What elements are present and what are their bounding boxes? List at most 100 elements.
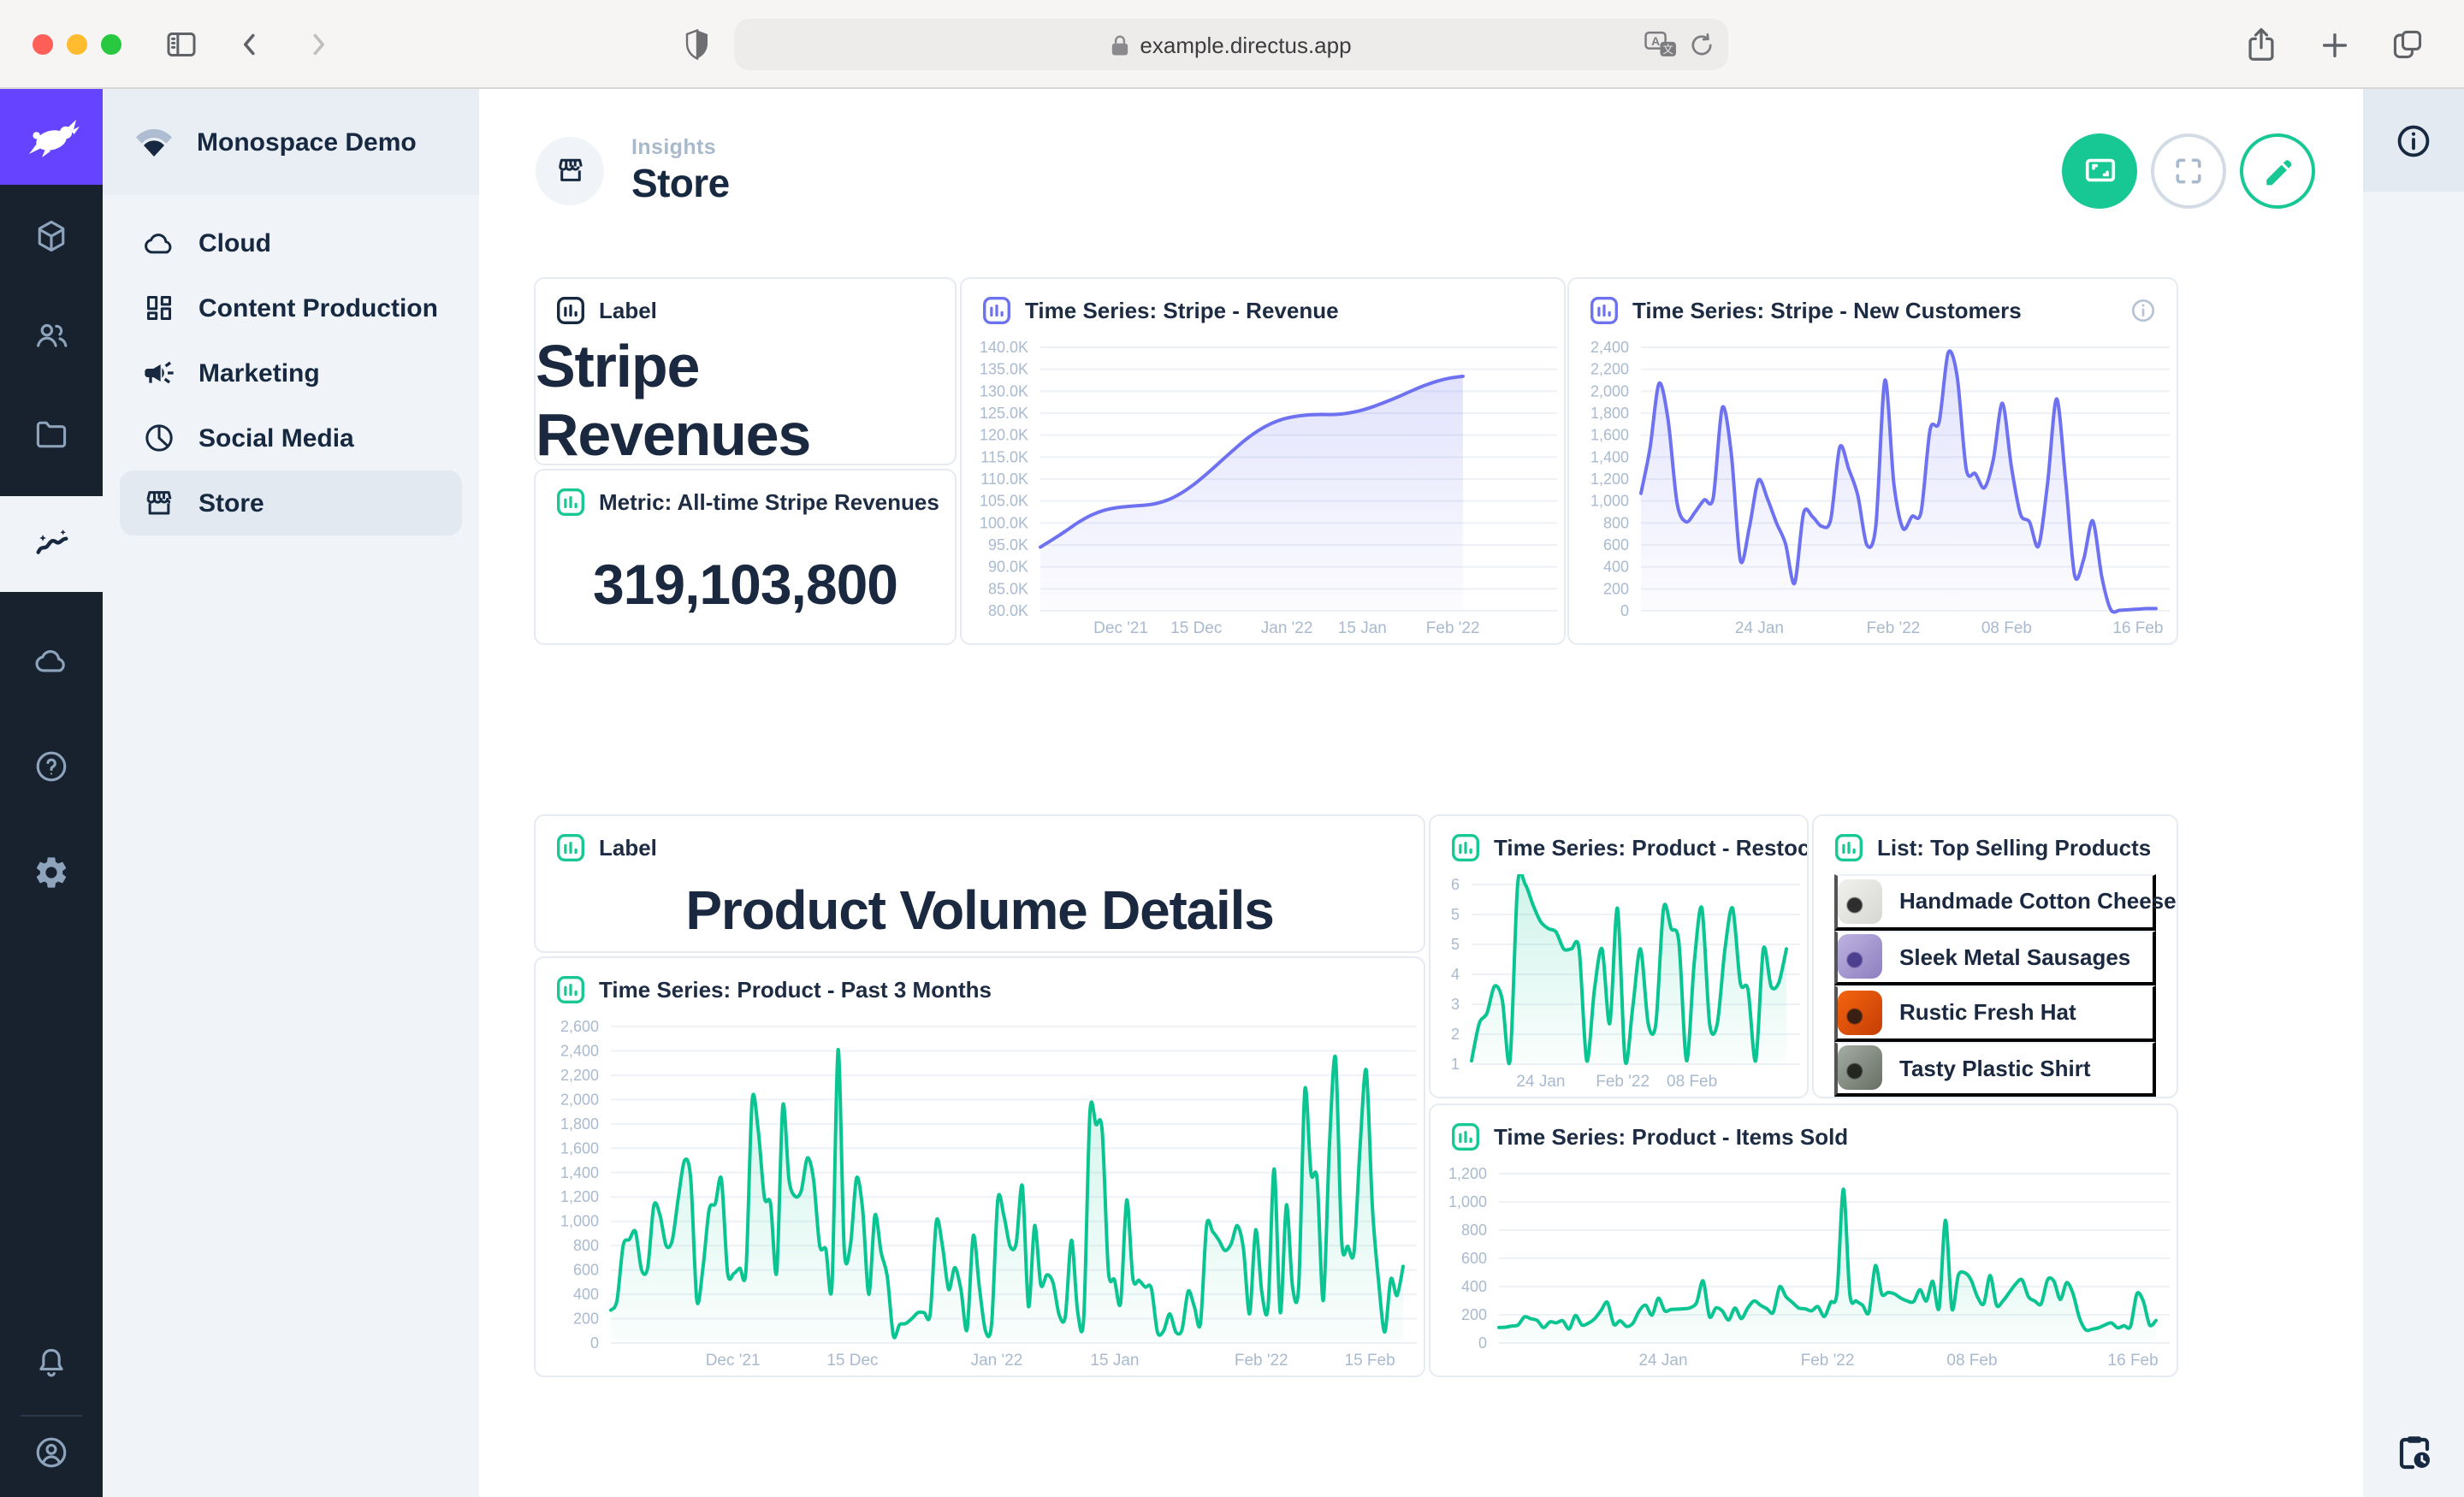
svg-text:15 Dec: 15 Dec (826, 1352, 878, 1370)
svg-text:2,400: 2,400 (560, 1042, 599, 1059)
panel-title: Time Series: Stripe - New Customers (1632, 298, 2022, 323)
notifications-button[interactable] (0, 1326, 103, 1401)
fit-dashboard-button[interactable] (2062, 133, 2137, 208)
rabbit-logo-icon (22, 115, 80, 159)
info-sidebar-button[interactable] (2396, 122, 2431, 158)
svg-text:2: 2 (1451, 1026, 1460, 1043)
privacy-shield-icon[interactable] (681, 19, 712, 70)
sidebar-item-label: Social Media (198, 423, 354, 453)
app-shell: Monospace Demo Cloud Content Production (0, 89, 2464, 1497)
svg-text:15 Dec: 15 Dec (1170, 619, 1222, 637)
sidebar-item-social-media[interactable]: Social Media (120, 405, 462, 470)
directus-logo[interactable] (0, 89, 103, 185)
svg-text:200: 200 (1461, 1306, 1487, 1323)
user-avatar[interactable] (0, 1415, 103, 1490)
module-insights[interactable] (0, 496, 103, 592)
svg-text:1,800: 1,800 (560, 1115, 599, 1133)
svg-text:600: 600 (1461, 1250, 1487, 1267)
share-button[interactable] (2231, 19, 2289, 70)
gear-icon (33, 854, 70, 891)
sidebar-item-content-production[interactable]: Content Production (120, 275, 462, 340)
svg-text:2,200: 2,200 (560, 1067, 599, 1084)
module-cloud[interactable] (0, 623, 103, 698)
svg-text:1,200: 1,200 (560, 1188, 599, 1205)
module-files[interactable] (0, 397, 103, 472)
svg-text:80.0K: 80.0K (988, 602, 1028, 619)
plus-icon (2318, 28, 2350, 61)
svg-text:15 Feb: 15 Feb (1345, 1352, 1395, 1370)
svg-text:16 Feb: 16 Feb (2112, 619, 2163, 637)
panel-past-3-months: Time Series: Product - Past 3 Months 2,6… (534, 956, 1425, 1377)
new-tab-button[interactable] (2305, 19, 2363, 70)
module-users[interactable] (0, 298, 103, 373)
info-icon[interactable] (2130, 298, 2156, 323)
svg-text:135.0K: 135.0K (980, 361, 1028, 378)
list-item[interactable]: Rustic Fresh Hat (1834, 985, 2156, 1041)
list-item[interactable]: Tasty Plastic Shirt (1834, 1041, 2156, 1097)
product-name: Tasty Plastic Shirt (1899, 1056, 2091, 1081)
svg-text:Dec '21: Dec '21 (706, 1352, 761, 1370)
forward-button[interactable] (289, 18, 347, 69)
address-bar[interactable]: example.directus.app A 文 (734, 19, 1728, 70)
svg-text:120.0K: 120.0K (980, 427, 1028, 444)
svg-text:0: 0 (1478, 1334, 1487, 1352)
zoom-window-button[interactable] (101, 33, 121, 54)
list-item[interactable]: Handmade Cotton Cheese (1834, 874, 2156, 930)
svg-text:24 Jan: 24 Jan (1638, 1352, 1687, 1370)
activity-log-button[interactable] (2393, 1432, 2434, 1473)
minimize-window-button[interactable] (67, 33, 87, 54)
sidebar-item-cloud[interactable]: Cloud (120, 210, 462, 275)
reload-button[interactable] (1689, 32, 1715, 57)
main-content: Insights Store (479, 89, 2363, 1497)
svg-text:5: 5 (1451, 936, 1460, 953)
product-thumbnail (1838, 935, 1882, 979)
breadcrumb[interactable]: Insights (631, 134, 730, 158)
panel-title: Label (599, 835, 657, 861)
info-sidebar (2363, 89, 2464, 1497)
close-window-button[interactable] (33, 33, 53, 54)
help-icon (33, 748, 70, 785)
forward-icon (303, 28, 334, 59)
stripe-revenue-chart: 140.0K135.0K130.0K125.0K120.0K115.0K110.… (962, 337, 1561, 640)
project-signal-icon (133, 123, 175, 161)
svg-text:Feb '22: Feb '22 (1867, 619, 1921, 637)
account-circle-icon (33, 1434, 70, 1471)
svg-text:0: 0 (590, 1334, 599, 1352)
bar-chart-icon (1451, 1122, 1480, 1151)
back-button[interactable] (221, 18, 279, 69)
module-help[interactable] (0, 729, 103, 804)
panel-restocks: Time Series: Product - Restocks 65543212… (1429, 814, 1809, 1098)
project-name: Monospace Demo (197, 127, 417, 157)
svg-text:6: 6 (1451, 876, 1460, 893)
fullscreen-button[interactable] (2151, 133, 2226, 208)
product-thumbnail (1838, 991, 1882, 1035)
toggle-sidebar-button[interactable] (152, 18, 210, 69)
module-settings[interactable] (0, 835, 103, 910)
svg-text:1,000: 1,000 (560, 1213, 599, 1230)
panel-top-selling-products: List: Top Selling Products Handmade Cott… (1812, 814, 2178, 1098)
edit-dashboard-button[interactable] (2240, 133, 2315, 208)
list-item[interactable]: Sleek Metal Sausages (1834, 930, 2156, 985)
svg-text:600: 600 (573, 1262, 599, 1279)
svg-text:1,600: 1,600 (1590, 427, 1629, 444)
svg-text:1,000: 1,000 (1590, 493, 1629, 510)
bar-chart-icon (982, 296, 1011, 325)
panel-stripe-revenue: Time Series: Stripe - Revenue 140.0K135.… (960, 277, 1566, 645)
cloud-icon (33, 642, 70, 679)
svg-text:400: 400 (573, 1286, 599, 1303)
sidebar-item-label: Marketing (198, 358, 320, 388)
module-content[interactable] (0, 198, 103, 274)
translate-button[interactable]: A 文 (1644, 31, 1679, 58)
svg-text:85.0K: 85.0K (988, 580, 1028, 597)
svg-text:600: 600 (1603, 536, 1629, 553)
sidebar-item-marketing[interactable]: Marketing (120, 340, 462, 405)
svg-text:Jan '22: Jan '22 (1261, 619, 1313, 637)
svg-text:Feb '22: Feb '22 (1596, 1073, 1650, 1091)
svg-text:1,400: 1,400 (560, 1164, 599, 1181)
sidebar-item-store[interactable]: Store (120, 470, 462, 535)
svg-text:Feb '22: Feb '22 (1426, 619, 1480, 637)
tab-overview-button[interactable] (2378, 19, 2437, 70)
project-chooser[interactable]: Monospace Demo (103, 89, 479, 195)
sidebar-item-label: Content Production (198, 293, 438, 322)
module-bar (0, 89, 103, 1497)
